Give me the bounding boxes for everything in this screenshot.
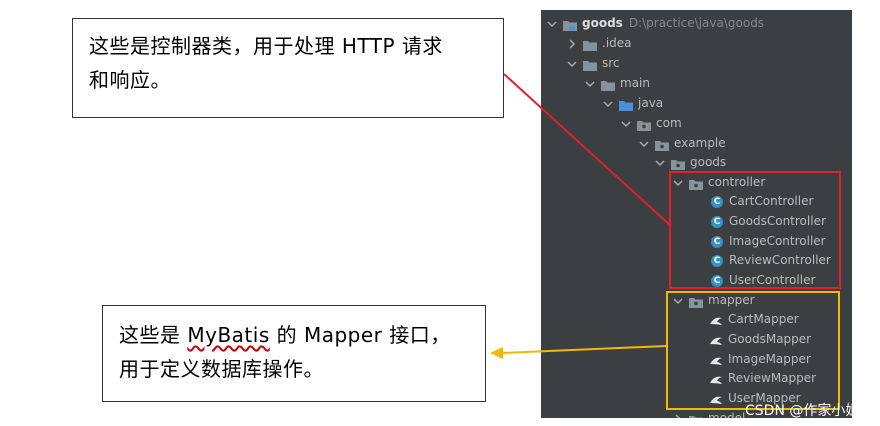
mapper-arrowhead-icon xyxy=(490,347,503,359)
controller-connector-line xyxy=(503,73,672,227)
connector-overlay xyxy=(490,73,672,359)
watermark: CSDN @作家小姐 xyxy=(745,403,860,419)
mapper-connector-line xyxy=(501,345,667,354)
